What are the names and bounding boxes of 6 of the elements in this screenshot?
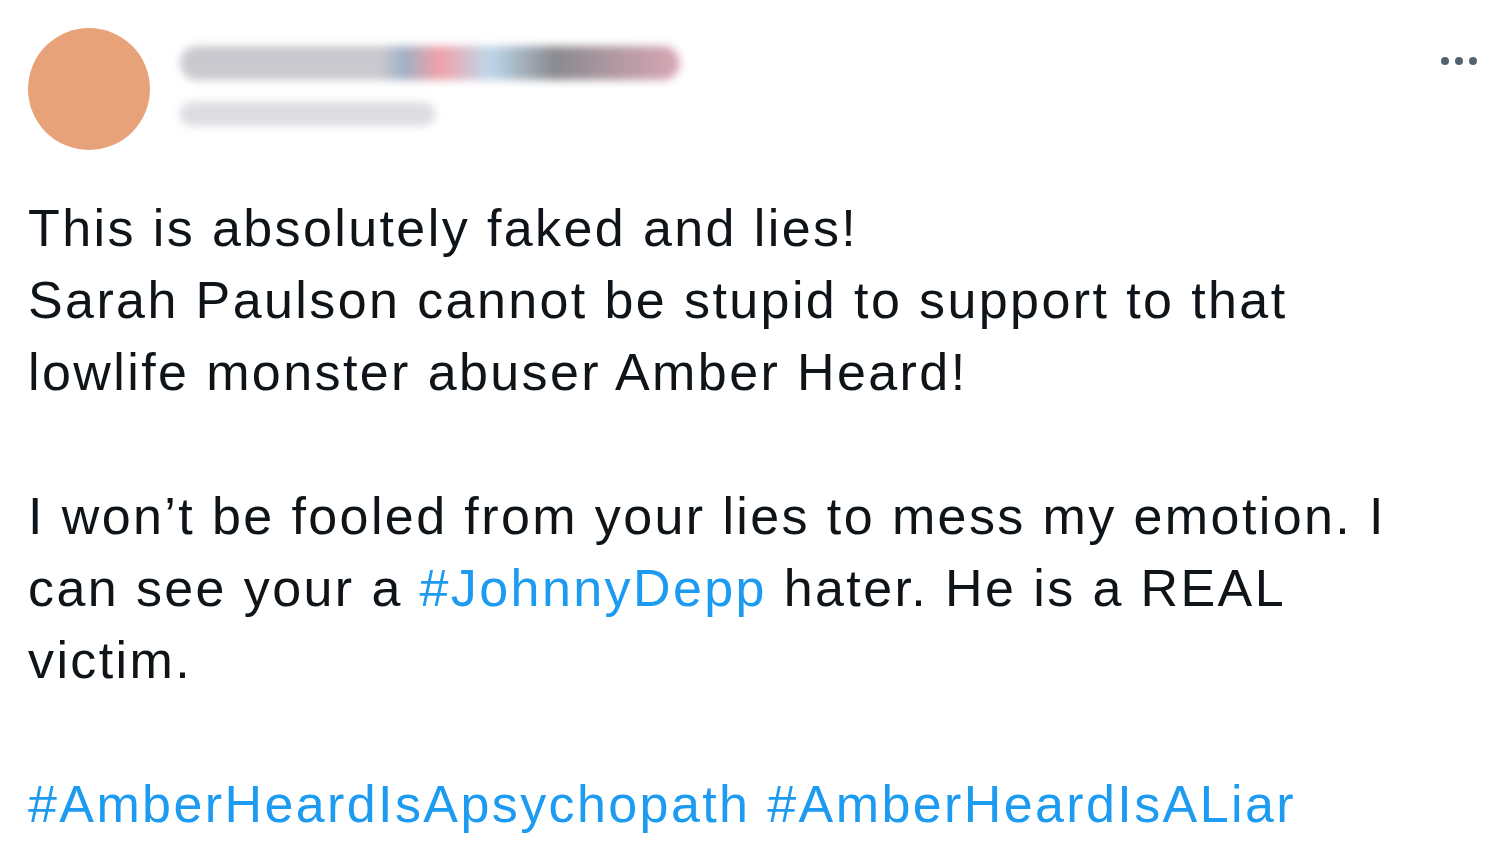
- tweet-paragraph: I won’t be fooled from your lies to mess my emotion. I can see your a #JohnnyDepp hater. He is a REAL victim.: [28, 486, 1387, 691]
- tweet-paragraph: This is absolutely faked and lies! Sarah Paulson cannot be stupid to support to that lowlife monster abuser Amber Heard!: [28, 198, 1289, 403]
- hashtag-link[interactable]: #AmberHeardIsALiar: [767, 775, 1296, 833]
- more-icon[interactable]: [1440, 56, 1478, 66]
- hashtag-link[interactable]: #JohnnyDepp: [419, 559, 767, 617]
- hashtag-link[interactable]: #AmberHeardIsApsychopath: [28, 775, 751, 833]
